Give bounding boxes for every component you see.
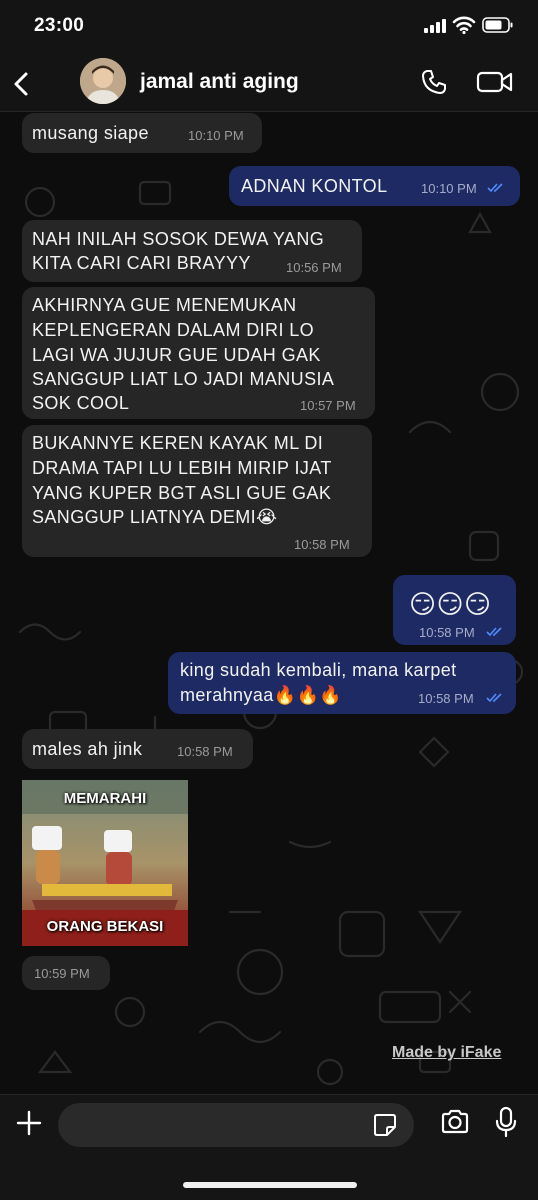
message-bubble-incoming[interactable]: musang siape 10:10 PM — [22, 113, 262, 153]
message-text: musang siape — [32, 123, 149, 143]
home-indicator — [183, 1182, 357, 1188]
plus-icon[interactable] — [16, 1110, 42, 1136]
message-time: 10:10 PM — [188, 128, 244, 143]
message-input[interactable] — [58, 1103, 414, 1147]
watermark: Made by iFake — [392, 1044, 502, 1061]
message-time: 10:58 PM — [419, 625, 475, 640]
status-time: 23:00 — [34, 15, 85, 36]
microphone-icon[interactable] — [494, 1106, 518, 1138]
read-ticks-icon — [486, 627, 502, 637]
phone-icon[interactable] — [420, 68, 448, 96]
message-line: SANGGUP LIATNYA DEMI😭 — [32, 507, 278, 527]
message-time: 10:58 PM — [294, 537, 350, 552]
wifi-icon — [452, 16, 476, 35]
message-line: NAH INILAH SOSOK DEWA YANG — [32, 229, 325, 249]
battery-icon — [482, 17, 513, 33]
contact-name[interactable]: jamal anti aging — [140, 70, 299, 94]
message-time: 10:57 PM — [300, 398, 356, 413]
message-line: SOK COOL — [32, 393, 130, 413]
message-time: 10:58 PM — [177, 744, 233, 759]
back-chevron-icon[interactable] — [10, 66, 34, 102]
message-text: males ah jink — [32, 739, 143, 759]
message-time: 10:58 PM — [418, 691, 474, 706]
camera-icon[interactable] — [440, 1108, 470, 1136]
message-bubble-incoming[interactable]: males ah jink 10:58 PM — [22, 729, 253, 769]
status-bar: 23:00 — [0, 0, 538, 56]
message-time: 10:59 PM — [34, 966, 90, 981]
message-time: 10:10 PM — [421, 181, 477, 196]
image-time-badge: 10:59 PM — [22, 956, 110, 990]
message-line: king sudah kembali, mana karpet — [180, 660, 457, 680]
message-bubble-outgoing[interactable]: king sudah kembali, mana karpet merahnya… — [168, 652, 516, 714]
message-line: KITA CARI CARI BRAYYY — [32, 253, 251, 273]
message-bubble-incoming[interactable]: NAH INILAH SOSOK DEWA YANG KITA CARI CAR… — [22, 220, 362, 282]
message-line: KEPLENGERAN DALAM DIRI LO — [32, 320, 315, 340]
message-line: merahnyaa🔥🔥🔥 — [180, 685, 343, 705]
read-ticks-icon — [487, 183, 503, 193]
read-ticks-icon — [486, 693, 502, 703]
message-bubble-outgoing[interactable]: ADNAN KONTOL 10:10 PM — [229, 166, 520, 206]
message-emoji: 😏😏😏 — [409, 589, 492, 619]
message-line: DRAMA TAPI LU LEBIH MIRIP IJAT — [32, 458, 332, 478]
message-line: AKHIRNYA GUE MENEMUKAN — [32, 295, 297, 315]
message-line: LAGI WA JUJUR GUE UDAH GAK — [32, 345, 321, 365]
video-camera-icon[interactable] — [476, 68, 514, 96]
message-line: YANG KUPER BGT ASLI GUE GAK — [32, 483, 332, 503]
image-message[interactable]: MEMARAHI ORANG BEKASI — [22, 780, 188, 946]
sticker-icon[interactable] — [372, 1112, 398, 1138]
message-line: SANGGUP LIAT LO JADI MANUSIA — [32, 369, 335, 389]
message-bubble-incoming[interactable]: AKHIRNYA GUE MENEMUKAN KEPLENGERAN DALAM… — [22, 287, 375, 419]
message-bubble-outgoing[interactable]: 😏😏😏 10:58 PM — [393, 575, 516, 645]
message-line: BUKANNYE KEREN KAYAK ML DI — [32, 433, 324, 453]
message-time: 10:56 PM — [286, 260, 342, 275]
avatar[interactable] — [80, 58, 126, 104]
meme-caption-top: MEMARAHI — [63, 790, 147, 807]
cellular-signal-icon — [424, 19, 448, 33]
meme-caption-bottom: ORANG BEKASI — [46, 918, 164, 935]
message-text: ADNAN KONTOL — [241, 176, 388, 196]
message-bubble-incoming[interactable]: BUKANNYE KEREN KAYAK ML DI DRAMA TAPI LU… — [22, 425, 372, 557]
